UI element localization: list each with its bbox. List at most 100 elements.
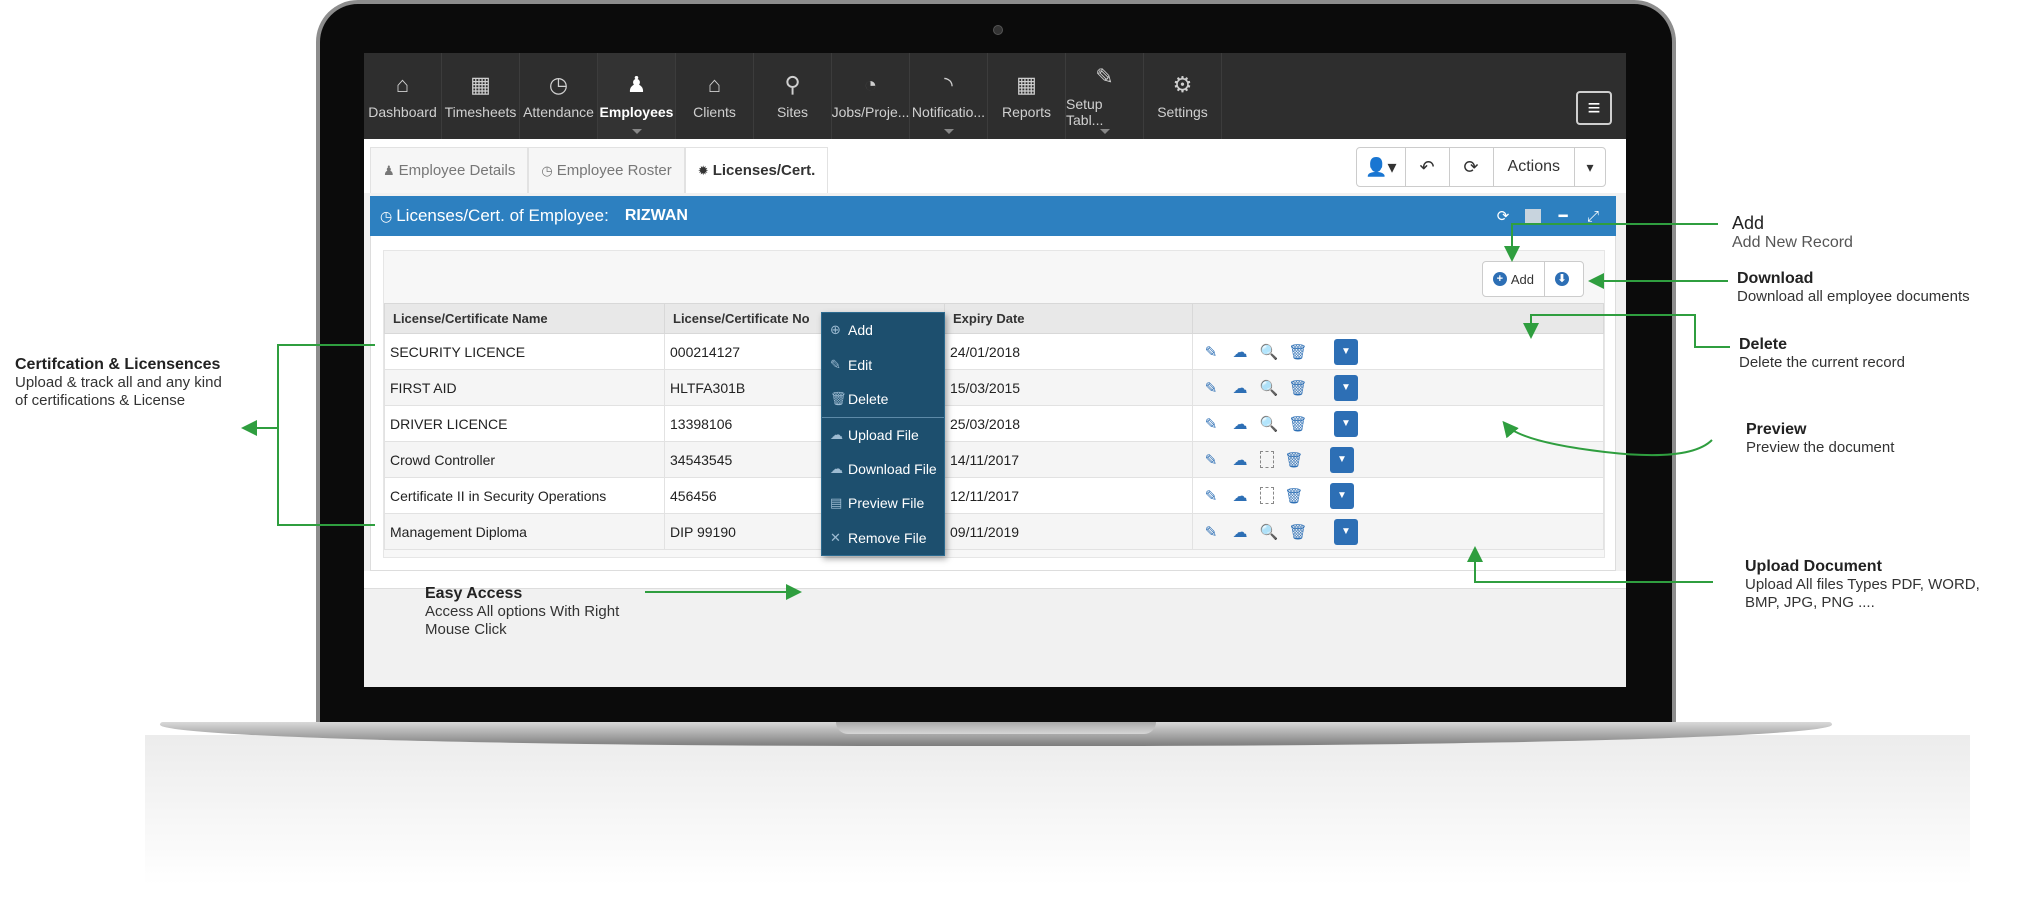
edit-icon[interactable]: ✎ xyxy=(1202,415,1220,433)
expand-icon[interactable]: ⤢ xyxy=(1578,208,1608,225)
minimize-icon[interactable]: ━ xyxy=(1548,207,1578,225)
table-cell: Certificate II in Security Operations xyxy=(384,477,665,514)
table-row[interactable]: FIRST AID HLTFA301B 15/03/2015 ✎ ☁ 🔍 🗑 ▼ xyxy=(384,369,1604,406)
nav-item-dashboard[interactable]: ⌂ Dashboard xyxy=(364,53,442,139)
dashboard-icon: ◔ xyxy=(863,72,878,97)
row-actions: ✎ ☁ 🔍 🗑 ▼ xyxy=(1198,374,1603,401)
actions-caret-button[interactable]: ▾ xyxy=(1575,148,1605,186)
context-menu-item-upload-file[interactable]: ☁ Upload File xyxy=(822,416,944,452)
user-menu-button[interactable]: 👤▾ xyxy=(1357,148,1406,186)
color-box-icon[interactable] xyxy=(1518,207,1548,225)
trash-icon[interactable]: 🗑 xyxy=(1288,415,1307,433)
cloud-upload-icon[interactable]: ☁ xyxy=(1231,343,1249,361)
map-pin-icon: ⚲ xyxy=(784,72,801,97)
add-button[interactable]: + Add xyxy=(1483,262,1544,296)
preview-icon[interactable]: 🔍 xyxy=(1260,379,1279,397)
edit-icon[interactable]: ✎ xyxy=(1202,343,1220,361)
download-all-button[interactable]: ⬇ xyxy=(1544,262,1583,296)
table-row[interactable]: SECURITY LICENCE 000214127 24/01/2018 ✎ ☁ 🔍 🗑 ▼ xyxy=(384,333,1604,370)
row-dropdown-button[interactable]: ▼ xyxy=(1334,374,1358,401)
row-actions: ✎ ☁ 🔍 🗑 ▼ xyxy=(1198,518,1603,545)
context-menu-item-download-file[interactable]: ☁ Download File xyxy=(822,451,944,486)
trash-icon[interactable]: 🗑 xyxy=(1288,379,1307,397)
empty-file-icon[interactable] xyxy=(1260,451,1274,468)
edit-icon: ✎ xyxy=(1095,64,1114,89)
nav-item-setup-tabl[interactable]: ✎ Setup Tabl... xyxy=(1066,53,1144,139)
column-header[interactable]: License/Certificate Name xyxy=(384,303,665,334)
context-menu-item-add[interactable]: ⊕ Add xyxy=(822,313,944,348)
annotation-text: Preview the document xyxy=(1746,439,1895,456)
context-menu-item-edit[interactable]: ✎ Edit xyxy=(822,348,944,383)
nav-item-sites[interactable]: ⚲ Sites xyxy=(754,53,832,139)
employee-name: RIZWAN xyxy=(624,207,688,224)
edit-icon[interactable]: ✎ xyxy=(1202,379,1220,397)
annotation-text: BMP, JPG, PNG .... xyxy=(1745,594,1875,611)
nav-item-attendance[interactable]: ◷ Attendance xyxy=(520,53,598,139)
preview-icon[interactable]: 🔍 xyxy=(1260,343,1279,361)
tab-employee-roster[interactable]: ◷ Employee Roster xyxy=(528,147,685,193)
table-row[interactable]: DRIVER LICENCE 13398106 25/03/2018 ✎ ☁ 🔍 🗑 ▼ xyxy=(384,405,1604,442)
table-row[interactable]: Management Diploma DIP 99190 09/11/2019 ✎ ☁ 🔍… xyxy=(384,513,1604,550)
preview-icon[interactable]: 🔍 xyxy=(1260,415,1279,433)
actions-button[interactable]: Actions xyxy=(1494,148,1575,186)
empty-file-icon[interactable] xyxy=(1260,487,1274,504)
trash-icon[interactable]: 🗑 xyxy=(1288,523,1307,541)
refresh-button[interactable]: ⟳ xyxy=(1450,148,1494,186)
edit-icon[interactable]: ✎ xyxy=(1202,451,1220,469)
row-dropdown-button[interactable]: ▼ xyxy=(1330,482,1354,509)
menu-icon[interactable]: ≡ xyxy=(1576,91,1612,125)
annotation-title: Easy Access xyxy=(425,585,523,602)
preview-icon[interactable]: 🔍 xyxy=(1260,523,1279,541)
nav-item-notificatio[interactable]: ◝ Notificatio... xyxy=(910,53,988,139)
nav-item-employees[interactable]: ♟ Employees xyxy=(598,53,676,139)
rss-icon: ◝ xyxy=(944,72,953,97)
nav-label: Dashboard xyxy=(368,104,437,120)
nav-label: Setup Tabl... xyxy=(1066,96,1104,128)
menu-item-label: Remove File xyxy=(848,529,927,546)
trash-icon[interactable]: 🗑 xyxy=(1284,451,1303,469)
camera xyxy=(993,25,1003,35)
menu-item-icon: ▤ xyxy=(830,495,843,511)
table-row[interactable]: Certificate II in Security Operations 456… xyxy=(384,477,1604,514)
row-dropdown-button[interactable]: ▼ xyxy=(1334,410,1358,437)
nav-item-reports[interactable]: ▦ Reports xyxy=(988,53,1066,139)
edit-icon[interactable]: ✎ xyxy=(1202,523,1220,541)
row-dropdown-button[interactable]: ▼ xyxy=(1334,518,1358,545)
context-menu-item-preview-file[interactable]: ▤ Preview File xyxy=(822,486,944,521)
tab-employee-details[interactable]: ♟ Employee Details xyxy=(370,147,529,193)
nav-item-timesheets[interactable]: ▦ Timesheets xyxy=(442,53,520,139)
table-cell: 25/03/2018 xyxy=(944,405,1193,442)
chevron-down-icon xyxy=(1099,129,1110,134)
licenses-table: License/Certificate Name License/Certifi… xyxy=(384,303,1604,550)
context-menu-item-delete[interactable]: 🗑 Delete xyxy=(822,382,944,417)
column-header[interactable]: Expiry Date xyxy=(944,303,1193,334)
cloud-upload-icon[interactable]: ☁ xyxy=(1231,523,1249,541)
trash-icon[interactable]: 🗑 xyxy=(1288,343,1307,361)
row-dropdown-button[interactable]: ▼ xyxy=(1330,446,1354,473)
row-dropdown-button[interactable]: ▼ xyxy=(1334,338,1358,365)
table-cell: DRIVER LICENCE xyxy=(384,405,665,442)
panel-title: Licenses/Cert. of Employee: xyxy=(396,206,609,225)
nav-item-clients[interactable]: ⌂ Clients xyxy=(676,53,754,139)
certificate-icon: ✹ xyxy=(697,162,709,178)
refresh-icon[interactable]: ⟳ xyxy=(1488,207,1518,225)
nav-item-settings[interactable]: ⚙ Settings xyxy=(1144,53,1222,139)
context-menu-item-remove-file[interactable]: ✕ Remove File xyxy=(822,521,944,556)
edit-icon[interactable]: ✎ xyxy=(1202,487,1220,505)
cloud-upload-icon[interactable]: ☁ xyxy=(1231,415,1249,433)
gear-icon: ⚙ xyxy=(1172,72,1193,97)
table-header-row: License/Certificate Name License/Certifi… xyxy=(384,303,1604,334)
nav-item-jobs-proje[interactable]: ◔ Jobs/Proje... xyxy=(832,53,910,139)
cloud-upload-icon[interactable]: ☁ xyxy=(1231,487,1249,505)
undo-button[interactable]: ↶ xyxy=(1406,148,1450,186)
cloud-upload-icon[interactable]: ☁ xyxy=(1231,379,1249,397)
table-row[interactable]: Crowd Controller 34543545 14/11/2017 ✎ ☁ 🗑 ▼ xyxy=(384,441,1604,478)
row-actions-cell: ✎ ☁ 🔍 🗑 ▼ xyxy=(1192,333,1604,370)
cloud-upload-icon[interactable]: ☁ xyxy=(1231,451,1249,469)
nav-label: Timesheets xyxy=(444,104,517,120)
tab-licenses-cert[interactable]: ✹ Licenses/Cert. xyxy=(684,147,829,193)
grid-container: + Add ⬇ License/Certificate Name License… xyxy=(383,250,1605,558)
trash-icon[interactable]: 🗑 xyxy=(1284,487,1303,505)
row-actions-cell: ✎ ☁ 🗑 ▼ xyxy=(1192,477,1604,514)
chevron-down-icon xyxy=(631,129,642,134)
